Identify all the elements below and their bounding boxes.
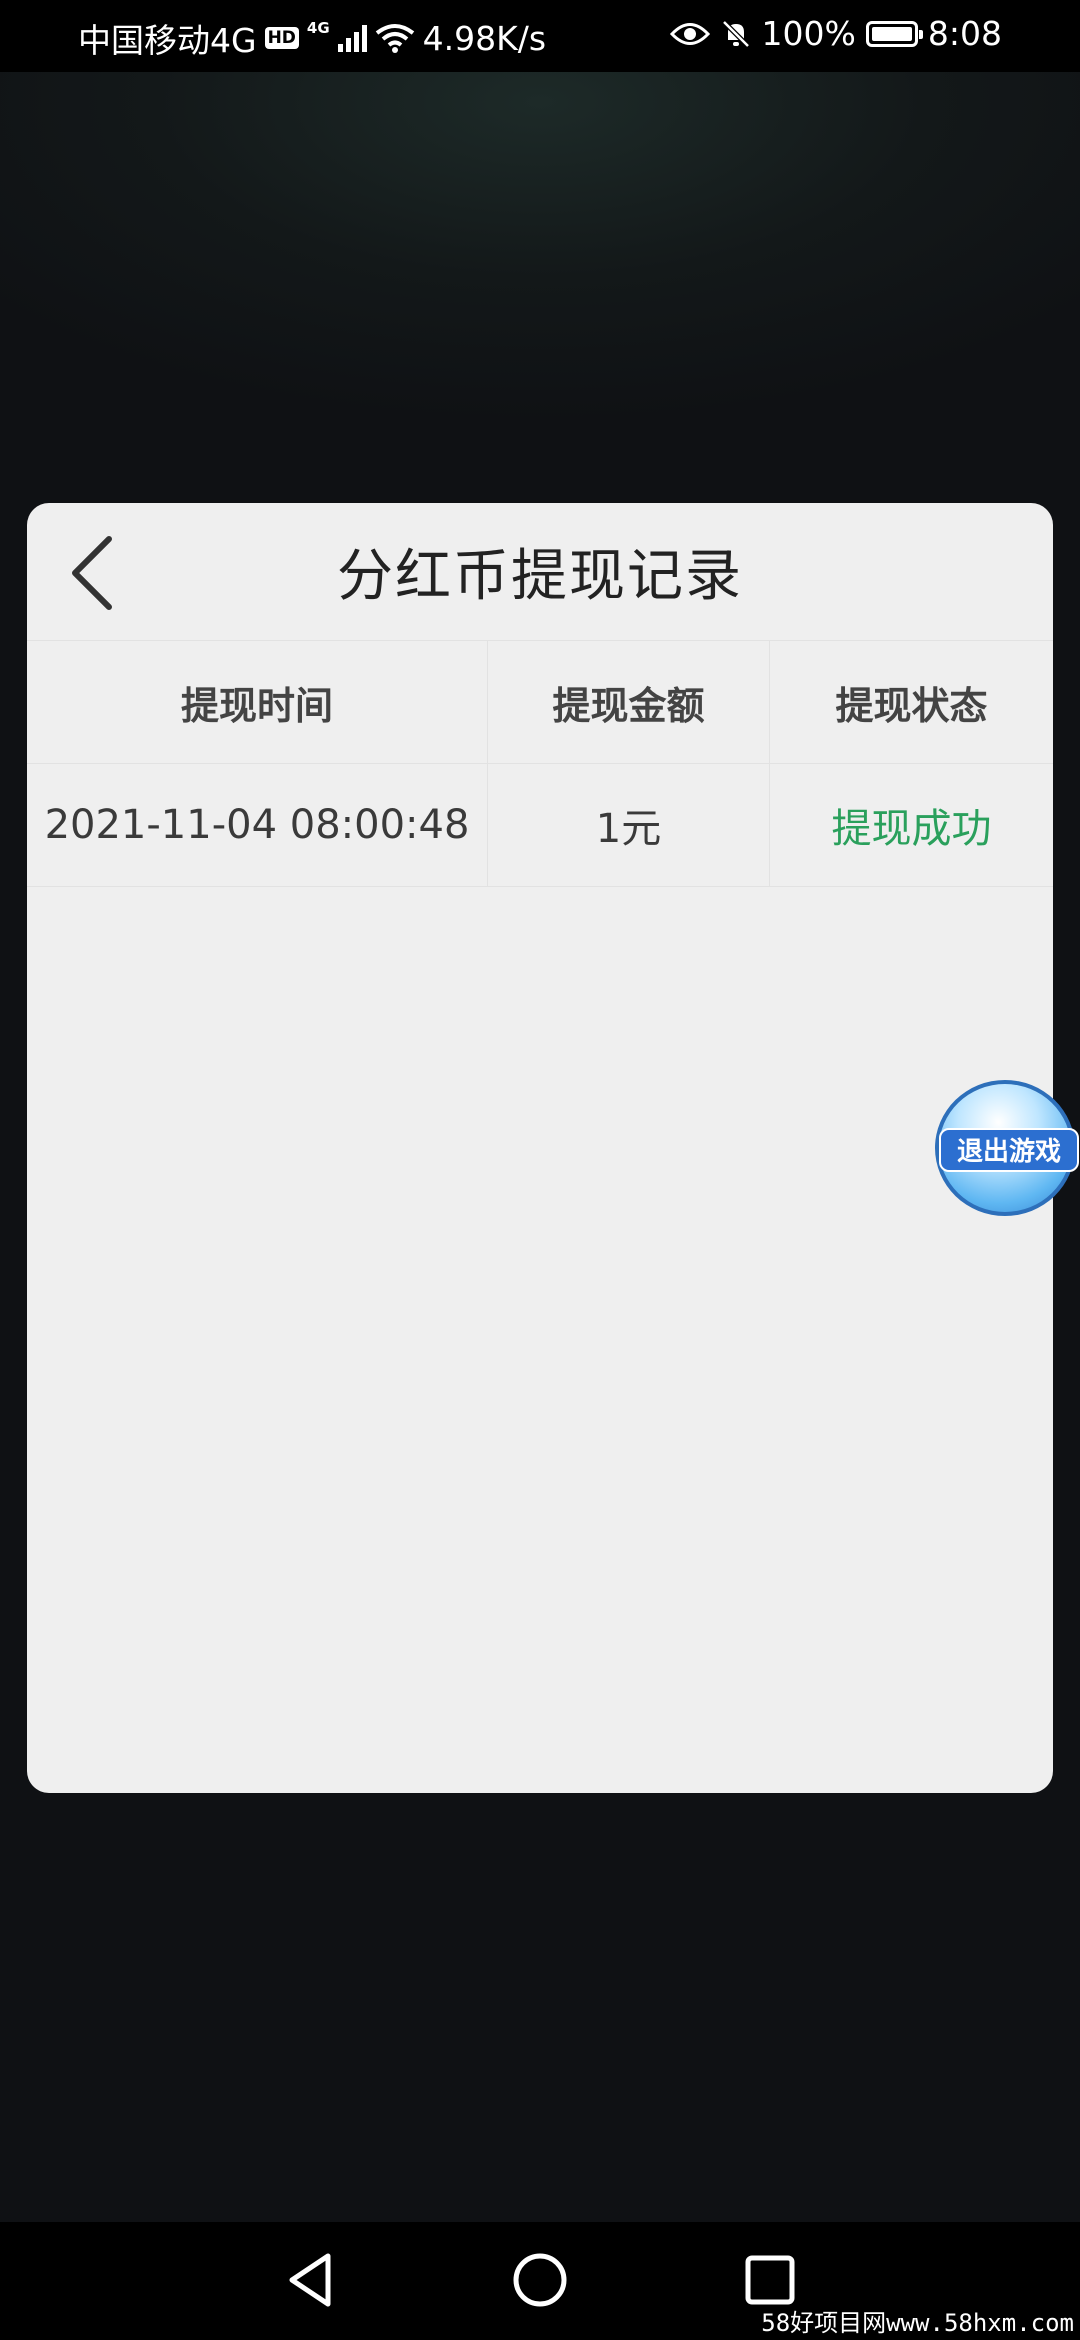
eye-icon <box>669 22 710 45</box>
dialog-header: 分红币提现记录 <box>27 503 1053 641</box>
signal-icon <box>337 24 367 52</box>
exit-game-label: 退出游戏 <box>939 1128 1079 1172</box>
cell-status: 提现成功 <box>831 806 992 852</box>
back-triangle-icon[interactable] <box>280 2250 340 2310</box>
wifi-icon <box>375 24 414 53</box>
battery-icon <box>865 20 923 47</box>
clock: 8:08 <box>927 14 1002 53</box>
dialog-title: 分红币提现记录 <box>337 544 743 609</box>
hd-badge: HD <box>264 27 299 49</box>
exit-game-button[interactable]: 退出游戏 <box>935 1080 1079 1216</box>
cell-time: 2021-11-04 08:00:48 <box>27 764 488 886</box>
status-bar: 中国移动4G HD 4G 4.98K/s 100% 8:08 <box>0 0 1080 72</box>
table-row: 2021-11-04 08:00:48 1元 提现成功 <box>27 764 1053 887</box>
system-nav-bar: 58好项目网www.58hxm.com <box>0 2222 1080 2340</box>
network-type-label: 4G <box>306 19 330 37</box>
chevron-left-icon <box>72 536 112 610</box>
column-header-time: 提现时间 <box>27 641 488 763</box>
column-header-amount: 提现金额 <box>488 641 770 763</box>
watermark: 58好项目网www.58hxm.com <box>761 2309 1074 2337</box>
withdrawal-table: 提现时间 提现金额 提现状态 2021-11-04 08:00:48 1元 提现… <box>27 641 1053 887</box>
home-circle-icon[interactable] <box>510 2250 570 2310</box>
back-button[interactable] <box>57 533 127 613</box>
withdrawal-record-dialog: 分红币提现记录 提现时间 提现金额 提现状态 2021-11-04 08:00:… <box>27 503 1053 1793</box>
battery-percent: 100% <box>761 14 856 53</box>
bell-muted-icon <box>721 19 750 48</box>
cell-amount: 1元 <box>488 764 770 886</box>
carrier-label: 中国移动4G <box>78 21 257 60</box>
status-right: 100% 8:08 <box>669 14 1002 53</box>
status-left: 中国移动4G HD 4G 4.98K/s <box>78 14 546 62</box>
network-speed: 4.98K/s <box>422 18 547 58</box>
recents-square-icon[interactable] <box>740 2250 800 2310</box>
column-header-status: 提现状态 <box>835 683 988 728</box>
table-header-row: 提现时间 提现金额 提现状态 <box>27 641 1053 764</box>
